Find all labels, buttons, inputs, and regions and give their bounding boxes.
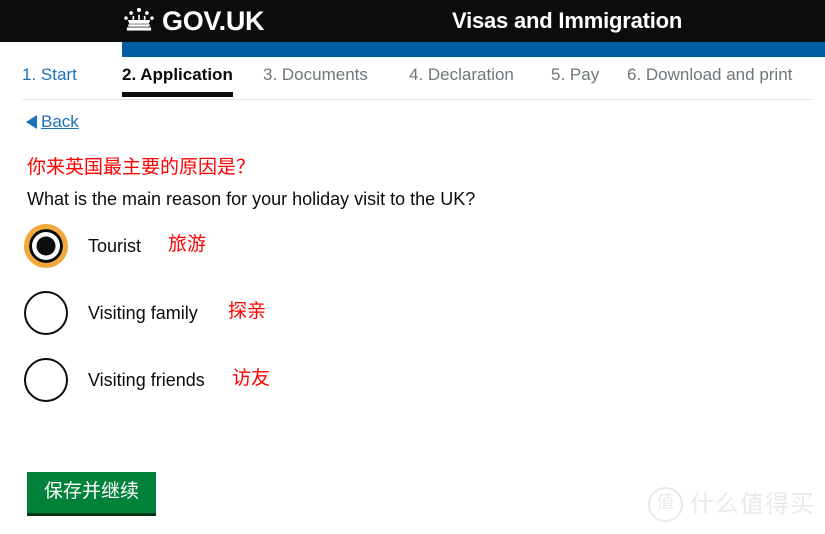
watermark-logo-icon: 值	[648, 487, 683, 522]
gov-uk-header: GOV.UK Visas and Immigration	[0, 0, 825, 42]
question-text-chinese: 你来英国最主要的原因是？	[27, 157, 256, 178]
radio-label-english: Tourist	[88, 236, 142, 256]
step-label: 6. Download and print	[627, 65, 793, 84]
radio-option-visiting-family[interactable]: Visiting family 探亲	[0, 289, 825, 356]
reason-radio-group: Tourist 旅游 Visiting family 探亲 Visiting f…	[0, 222, 825, 423]
step-6-download-and-print[interactable]: 6. Download and print	[627, 60, 792, 90]
left-triangle-icon	[26, 115, 37, 129]
radio-selected-dot	[36, 236, 56, 256]
step-active-underline	[122, 92, 233, 97]
radio-button-visiting-friends[interactable]	[24, 358, 68, 402]
watermark: 值 什么值得买	[648, 487, 815, 522]
step-label: 5. Pay	[551, 65, 600, 84]
save-and-continue-button[interactable]: 保存并继续	[27, 472, 157, 516]
step-label: 4. Declaration	[409, 65, 514, 84]
step-2-application[interactable]: 2. Application	[122, 60, 233, 97]
step-label: 3. Documents	[263, 65, 368, 84]
back-link[interactable]: Back	[26, 112, 79, 132]
service-title: Visas and Immigration	[452, 8, 683, 33]
step-1-start[interactable]: 1. Start	[22, 60, 77, 90]
step-label: 1. Start	[22, 65, 77, 84]
radio-label-chinese: 旅游	[168, 234, 207, 255]
radio-label-english: Visiting family	[88, 303, 198, 323]
radio-button-visiting-family[interactable]	[24, 291, 68, 335]
gov-uk-logotype: GOV.UK	[162, 5, 265, 36]
radio-button-tourist[interactable]	[24, 224, 68, 268]
steps-divider	[22, 99, 812, 100]
progress-steps: 1. Start 2. Application 3. Documents 4. …	[0, 60, 825, 100]
step-label: 2. Application	[122, 65, 233, 84]
radio-option-visiting-friends[interactable]: Visiting friends 访友	[0, 356, 825, 423]
gov-uk-brand[interactable]: GOV.UK	[122, 0, 265, 42]
step-4-declaration[interactable]: 4. Declaration	[409, 60, 514, 90]
step-5-pay[interactable]: 5. Pay	[551, 60, 599, 90]
radio-option-tourist[interactable]: Tourist 旅游	[0, 222, 825, 289]
step-3-documents[interactable]: 3. Documents	[263, 60, 368, 90]
radio-label-chinese: 探亲	[228, 301, 267, 322]
radio-label-chinese: 访友	[232, 368, 271, 389]
back-link-label: Back	[41, 112, 79, 131]
radio-label-english: Visiting friends	[88, 370, 205, 390]
crown-icon	[124, 7, 154, 31]
question-text-english: What is the main reason for your holiday…	[27, 189, 476, 209]
service-blue-bar	[122, 42, 825, 57]
watermark-text: 什么值得买	[690, 490, 815, 518]
